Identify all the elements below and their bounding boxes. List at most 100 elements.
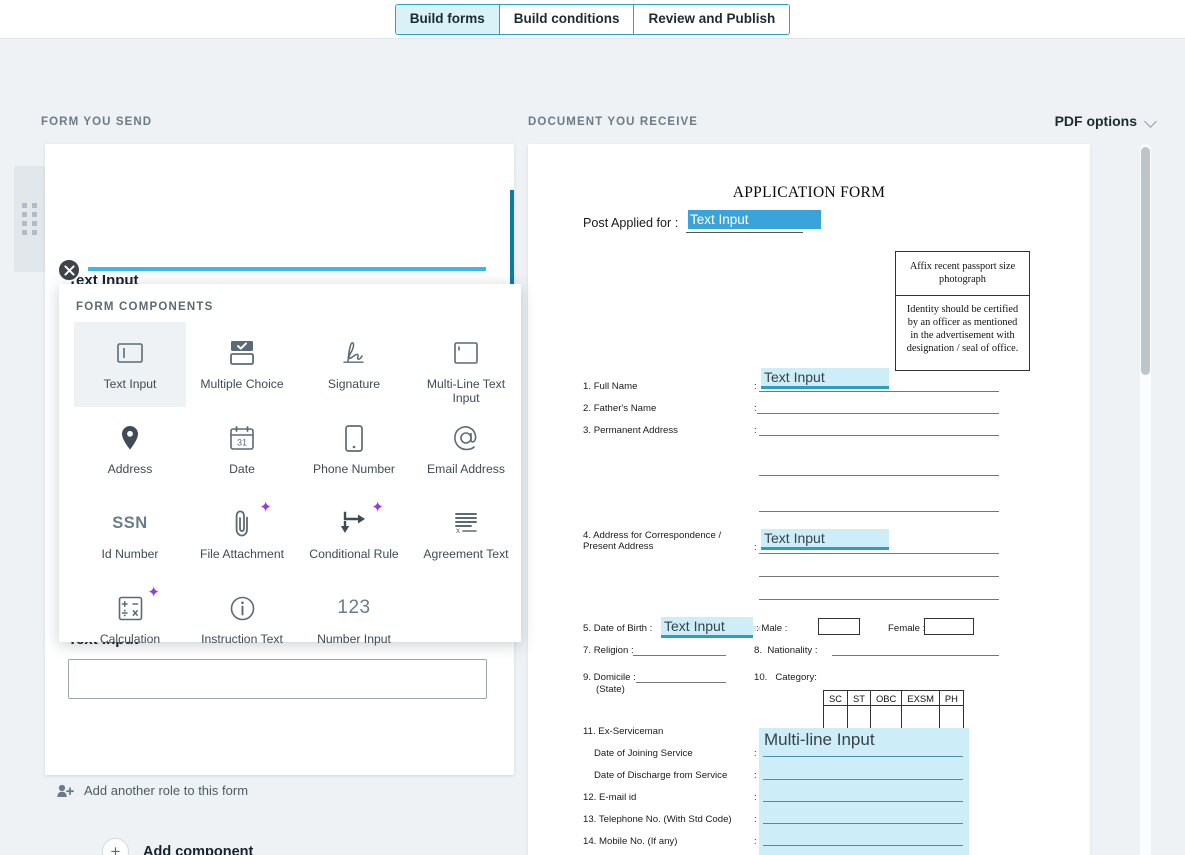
question-2-line bbox=[757, 413, 999, 414]
component-label: Signature bbox=[327, 377, 381, 391]
document-title: APPLICATION FORM bbox=[732, 184, 886, 201]
question-12-line bbox=[763, 801, 963, 802]
ssn-icon: SSN bbox=[112, 506, 147, 540]
question-1: 1. Full Name bbox=[583, 381, 638, 392]
form-components-popover: FORM COMPONENTS Text Input Multiple Choi… bbox=[59, 284, 521, 646]
sex-male-box[interactable] bbox=[818, 618, 860, 635]
component-label: Email Address bbox=[427, 462, 505, 476]
drag-handle-icon bbox=[22, 203, 37, 235]
agreement-text-icon: x bbox=[453, 506, 479, 540]
service-row-joining-colon: : bbox=[754, 748, 757, 759]
tab-group: Build forms Build conditions Review and … bbox=[394, 3, 791, 35]
overlay-correspondence-address[interactable]: Text Input bbox=[761, 529, 889, 550]
branch-arrow-icon bbox=[340, 506, 368, 540]
category-cell-st[interactable] bbox=[847, 705, 872, 730]
component-signature[interactable]: Signature bbox=[298, 322, 410, 407]
question-11: 11. Ex-Serviceman bbox=[583, 726, 664, 737]
add-component-button[interactable]: + Add component bbox=[102, 838, 253, 855]
category-header-st: ST bbox=[847, 690, 872, 706]
ssn-glyph: SSN bbox=[112, 513, 148, 532]
document-preview[interactable]: APPLICATION FORM Post Applied for : Text… bbox=[528, 144, 1090, 855]
component-label: File Attachment bbox=[200, 547, 284, 561]
tab-build-forms[interactable]: Build forms bbox=[395, 4, 500, 34]
form-drag-handle[interactable] bbox=[14, 166, 45, 272]
question-7: 7. Religion : bbox=[583, 645, 634, 656]
close-icon[interactable] bbox=[57, 258, 81, 282]
add-user-icon bbox=[57, 784, 74, 797]
component-text-input[interactable]: Text Input bbox=[74, 322, 186, 407]
category-cell-obc[interactable] bbox=[870, 705, 903, 730]
post-applied-for-line bbox=[686, 232, 803, 233]
component-address[interactable]: Address bbox=[74, 407, 186, 492]
category-header-sc: SC bbox=[822, 690, 849, 706]
document-you-receive-label: DOCUMENT YOU RECEIVE bbox=[528, 116, 699, 128]
component-email-address[interactable]: Email Address bbox=[410, 407, 522, 492]
category-header-exsm: EXSM bbox=[901, 690, 940, 706]
sex-male-label: : Male : bbox=[756, 623, 788, 634]
document-page-1: APPLICATION FORM Post Applied for : Text… bbox=[528, 144, 1090, 855]
question-4-line-3 bbox=[759, 599, 999, 600]
category-header-obc: OBC bbox=[870, 690, 903, 706]
svg-text:31: 31 bbox=[237, 437, 247, 447]
component-conditional-rule[interactable]: ✦ Conditional Rule bbox=[298, 492, 410, 577]
component-calculation[interactable]: ✦ Calculation bbox=[74, 577, 186, 662]
photo-box-bottom-text: Identity should be certified by an offic… bbox=[906, 304, 1019, 354]
component-file-attachment[interactable]: ✦ File Attachment bbox=[186, 492, 298, 577]
overlay-full-name[interactable]: Text Input bbox=[761, 368, 889, 389]
component-label: Multi-Line Text Input bbox=[426, 377, 506, 405]
form-components-grid: Text Input Multiple Choice Signature Mul… bbox=[59, 313, 521, 662]
component-label: Calculation bbox=[99, 632, 161, 646]
sparkle-icon: ✦ bbox=[371, 499, 384, 516]
question-3-colon: : bbox=[754, 425, 757, 436]
sex-female-box[interactable] bbox=[924, 618, 974, 635]
component-multiline-text-input[interactable]: Multi-Line Text Input bbox=[410, 322, 522, 407]
paperclip-icon bbox=[233, 506, 251, 540]
pdf-options-label: PDF options bbox=[1054, 113, 1137, 129]
component-id-number[interactable]: SSN Id Number bbox=[74, 492, 186, 577]
question-9: 9. Domicile : bbox=[583, 672, 636, 683]
category-cell-exsm[interactable] bbox=[901, 705, 940, 730]
question-13-line bbox=[763, 823, 963, 824]
question-4-line-1 bbox=[759, 553, 999, 554]
question-1-line bbox=[759, 391, 999, 392]
component-phone-number[interactable]: Phone Number bbox=[298, 407, 410, 492]
service-row-discharge-colon: : bbox=[754, 770, 757, 781]
component-multiple-choice[interactable]: Multiple Choice bbox=[186, 322, 298, 407]
tab-build-conditions[interactable]: Build conditions bbox=[499, 4, 635, 34]
question-13-colon: : bbox=[754, 814, 757, 825]
question-3: 3. Permanent Address bbox=[583, 425, 678, 436]
photo-box-top-text: Affix recent passport size photograph bbox=[896, 252, 1029, 296]
svg-text:x: x bbox=[456, 526, 460, 535]
post-applied-for-label: Post Applied for : bbox=[583, 216, 679, 230]
category-cell-ph[interactable] bbox=[938, 705, 964, 730]
overlay-post-applied-for[interactable]: Text Input bbox=[688, 210, 821, 229]
component-instruction-text[interactable]: Instruction Text bbox=[186, 577, 298, 662]
form-components-title: FORM COMPONENTS bbox=[76, 301, 214, 313]
sparkle-icon: ✦ bbox=[259, 499, 272, 516]
add-another-role-button[interactable]: Add another role to this form bbox=[57, 783, 248, 798]
question-14-colon: : bbox=[754, 836, 757, 847]
question-14: 14. Mobile No. (If any) bbox=[583, 836, 678, 847]
component-agreement-text[interactable]: x Agreement Text bbox=[410, 492, 522, 577]
component-number-input[interactable]: 123 Number Input bbox=[298, 577, 410, 662]
sparkle-icon: ✦ bbox=[147, 584, 160, 601]
sex-female-label: Female : bbox=[888, 623, 926, 634]
add-role-label: Add another role to this form bbox=[84, 783, 249, 798]
document-scrollbar-track[interactable] bbox=[1140, 144, 1151, 855]
question-1-colon: : bbox=[754, 381, 757, 392]
component-date[interactable]: 31 Date bbox=[186, 407, 298, 492]
overlay-date-of-birth[interactable]: Text Input bbox=[661, 617, 753, 638]
multiple-choice-icon bbox=[228, 336, 256, 370]
category-cell-sc[interactable] bbox=[822, 705, 849, 730]
text-input-2[interactable] bbox=[68, 659, 487, 699]
number-glyph: 123 bbox=[337, 597, 371, 618]
document-scrollbar-thumb[interactable] bbox=[1141, 147, 1150, 375]
tab-review-and-publish[interactable]: Review and Publish bbox=[634, 4, 790, 34]
question-2: 2. Father's Name bbox=[583, 403, 657, 414]
question-9-sub: (State) bbox=[596, 684, 625, 695]
calculator-icon bbox=[118, 591, 143, 625]
service-row-joining-line bbox=[763, 756, 963, 757]
top-tab-bar: Build forms Build conditions Review and … bbox=[0, 0, 1185, 39]
question-8-line bbox=[832, 655, 999, 656]
pdf-options-dropdown[interactable]: PDF options bbox=[1055, 113, 1156, 129]
